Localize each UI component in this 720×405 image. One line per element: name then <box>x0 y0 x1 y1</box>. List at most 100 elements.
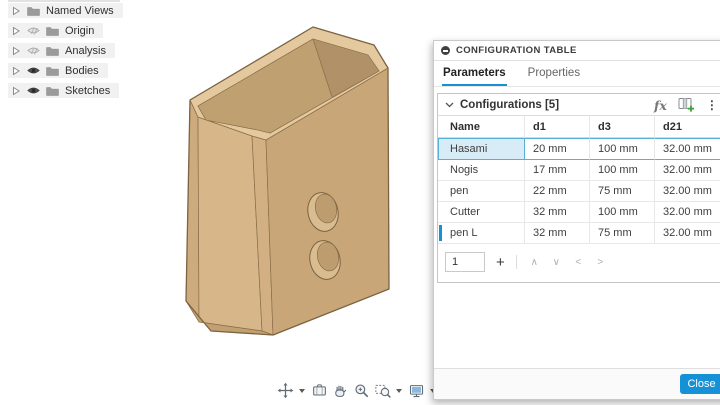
cell-d1[interactable]: 32 mm <box>525 223 590 244</box>
configuration-table-panel: CONFIGURATION TABLE Parameters Propertie… <box>433 40 720 400</box>
tree-item-sketches[interactable]: Sketches <box>8 83 120 98</box>
tree-item-analysis[interactable]: Analysis <box>8 43 115 58</box>
configurations-container: Configurations [5] fx ⋮ Name d1 d3 d21 H… <box>437 93 720 283</box>
folder-icon <box>46 26 59 36</box>
table-row[interactable]: pen L 32 mm 75 mm 32.00 mm <box>438 223 720 244</box>
column-header-name[interactable]: Name <box>438 115 525 138</box>
section-menu-icon[interactable]: ⋮ <box>706 98 718 112</box>
column-header-d21[interactable]: d21 <box>655 115 720 138</box>
folder-icon <box>27 6 40 16</box>
model-left-chamfer-face <box>185 99 200 323</box>
model-outline <box>185 26 390 336</box>
zoom-icon[interactable] <box>353 382 370 399</box>
cell-d1[interactable]: 17 mm <box>525 160 590 181</box>
row-count-input[interactable] <box>445 252 485 272</box>
cell-d21[interactable]: 32.00 mm <box>655 138 720 160</box>
cell-name[interactable]: Nogis <box>438 160 525 181</box>
tree-item-label: Bodies <box>65 64 99 77</box>
pager-divider <box>515 255 517 269</box>
tab-properties[interactable]: Properties <box>527 61 581 86</box>
display-settings-icon[interactable] <box>408 382 425 399</box>
tree-item-label: Analysis <box>65 44 106 57</box>
cell-name[interactable]: Cutter <box>438 202 525 223</box>
section-tools: fx ⋮ <box>654 96 718 114</box>
tree-item-label: Origin <box>65 24 95 37</box>
model-interior-edge <box>312 38 333 98</box>
tree-item-origin[interactable]: Origin <box>8 23 104 38</box>
fx-parameter-icon[interactable]: fx <box>654 98 667 113</box>
tree-item-label: Sketches <box>65 84 111 97</box>
table-row[interactable]: Cutter 32 mm 100 mm 32.00 mm <box>438 202 720 223</box>
model-front-chamfer-face <box>251 135 274 336</box>
move-right-button[interactable]: > <box>594 257 607 268</box>
panel-titlebar[interactable]: CONFIGURATION TABLE <box>434 41 720 61</box>
model-interior <box>197 38 380 134</box>
model-hole-bottom <box>309 240 341 280</box>
model-bottom-chamfer <box>185 300 274 336</box>
tree-item-bodies[interactable]: Bodies <box>8 63 108 78</box>
folder-icon <box>46 46 59 56</box>
configurations-section-header[interactable]: Configurations [5] fx ⋮ <box>438 94 720 115</box>
panel-title: CONFIGURATION TABLE <box>456 45 577 56</box>
cell-d21[interactable]: 32.00 mm <box>655 202 720 223</box>
expand-arrow-icon[interactable] <box>12 46 21 56</box>
zoom-window-icon[interactable] <box>374 382 391 399</box>
cell-d3[interactable]: 100 mm <box>590 160 655 181</box>
table-row[interactable]: pen 22 mm 75 mm 32.00 mm <box>438 181 720 202</box>
expand-arrow-icon[interactable] <box>12 6 21 16</box>
column-header-d3[interactable]: d3 <box>590 115 655 138</box>
zoom-window-dropdown-caret[interactable] <box>396 389 402 393</box>
cell-d1[interactable]: 32 mm <box>525 202 590 223</box>
eye-on-icon[interactable] <box>27 65 40 76</box>
model-front-left-face <box>197 116 263 332</box>
cell-d1[interactable]: 22 mm <box>525 181 590 202</box>
folder-icon <box>46 86 59 96</box>
cell-name[interactable]: pen L <box>438 223 525 244</box>
eye-off-icon[interactable] <box>27 25 40 36</box>
table-row[interactable]: Nogis 17 mm 100 mm 32.00 mm <box>438 160 720 181</box>
expand-arrow-icon[interactable] <box>12 26 21 36</box>
table-row[interactable]: Hasami 20 mm 100 mm 32.00 mm <box>438 138 720 160</box>
cell-d3[interactable]: 75 mm <box>590 223 655 244</box>
cell-d3[interactable]: 100 mm <box>590 138 655 160</box>
cell-d21[interactable]: 32.00 mm <box>655 181 720 202</box>
collapse-caret-icon[interactable] <box>445 102 454 108</box>
pan-dropdown-caret[interactable] <box>299 389 305 393</box>
eye-on-icon[interactable] <box>27 85 40 96</box>
expand-arrow-icon[interactable] <box>12 86 21 96</box>
cell-d3[interactable]: 100 mm <box>590 202 655 223</box>
panel-footer: Close <box>434 368 720 399</box>
browser-tree: Named Views Origin Analysis Bodies Sketc… <box>8 3 123 103</box>
expand-arrow-icon[interactable] <box>12 66 21 76</box>
cell-d21[interactable]: 32.00 mm <box>655 160 720 181</box>
move-up-button[interactable]: ∧ <box>528 257 541 268</box>
tree-item-label: Named Views <box>46 4 114 17</box>
move-left-button[interactable]: < <box>572 257 585 268</box>
insert-column-icon[interactable] <box>678 97 695 113</box>
cell-d21[interactable]: 32.00 mm <box>655 223 720 244</box>
panel-tabs: Parameters Properties <box>434 61 720 87</box>
tree-item-named-views[interactable]: Named Views <box>8 3 123 18</box>
configuration-table: Name d1 d3 d21 Hasami 20 mm 100 mm 32.00… <box>438 115 720 244</box>
cell-d3[interactable]: 75 mm <box>590 181 655 202</box>
fit-icon[interactable] <box>311 382 328 399</box>
column-header-d1[interactable]: d1 <box>525 115 590 138</box>
model-interior-back-wall <box>312 38 380 98</box>
panel-grip-icon[interactable] <box>441 46 450 55</box>
close-button[interactable]: Close <box>680 374 720 394</box>
row-pager: + ∧ ∨ < > <box>438 244 720 282</box>
tree-partial-row <box>8 0 120 2</box>
table-header-row: Name d1 d3 d21 <box>438 115 720 138</box>
hand-pan-icon[interactable] <box>332 382 349 399</box>
move-down-button[interactable]: ∨ <box>550 257 563 268</box>
pan-icon[interactable] <box>277 382 294 399</box>
folder-icon <box>46 66 59 76</box>
eye-off-icon[interactable] <box>27 45 40 56</box>
tab-parameters[interactable]: Parameters <box>442 61 507 86</box>
cell-name[interactable]: Hasami <box>438 138 525 160</box>
fusion-canvas: Named Views Origin Analysis Bodies Sketc… <box>0 0 720 405</box>
add-row-button[interactable]: + <box>496 254 505 271</box>
section-title: Configurations [5] <box>460 98 560 111</box>
cell-d1[interactable]: 20 mm <box>525 138 590 160</box>
cell-name[interactable]: pen <box>438 181 525 202</box>
